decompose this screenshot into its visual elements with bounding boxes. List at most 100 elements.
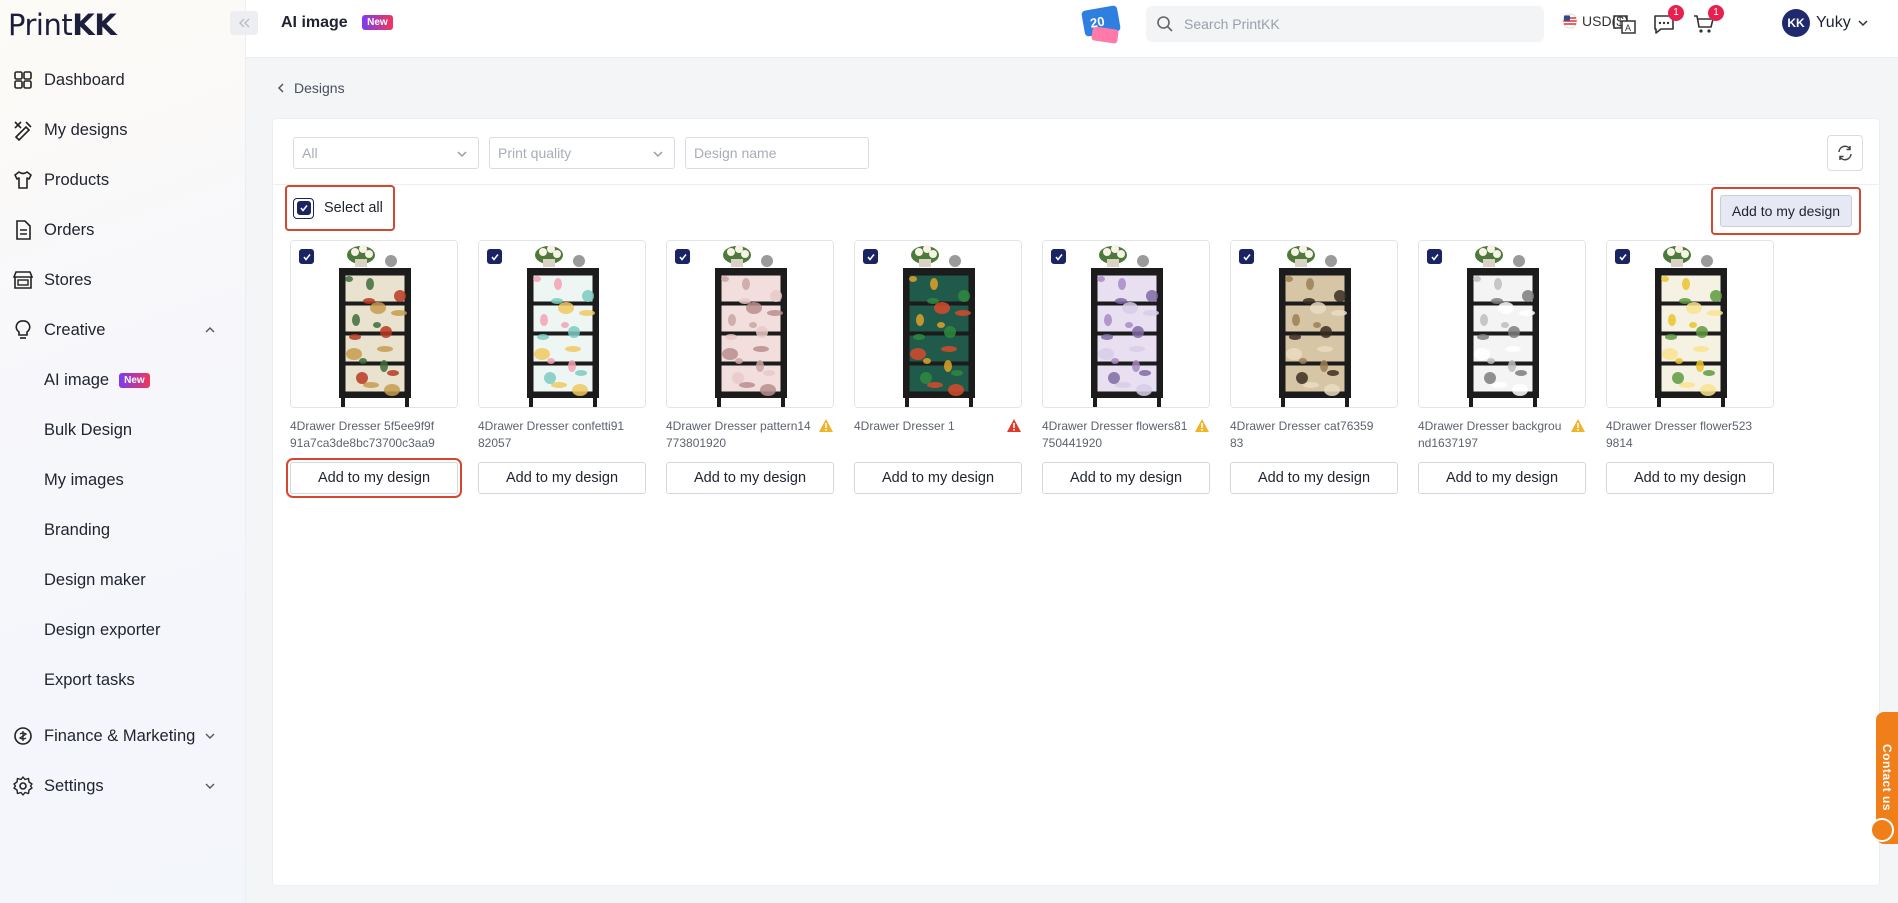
sidebar-subitem-design-exporter[interactable]: Design exporter (44, 615, 160, 645)
print-quality-select[interactable]: Print quality (489, 137, 675, 169)
sidebar-item-my-designs[interactable]: My designs (0, 112, 246, 148)
search-box[interactable] (1146, 6, 1544, 42)
sidebar-subitem-design-maker[interactable]: Design maker (44, 565, 146, 595)
sidebar-subitem-label: My images (44, 470, 124, 489)
add-to-my-design-button[interactable]: Add to my design (478, 462, 646, 494)
sidebar-subitem-export-tasks[interactable]: Export tasks (44, 665, 135, 695)
check-icon (490, 253, 499, 261)
add-to-my-design-button[interactable]: Add to my design (1606, 462, 1774, 494)
design-thumbnail[interactable] (1606, 240, 1774, 408)
design-card: 4Drawer Dresser flowers81750441920 Add t… (1042, 240, 1210, 494)
chevron-up-icon (205, 327, 215, 333)
checkbox-checked (296, 201, 311, 215)
category-select[interactable]: All (293, 137, 479, 169)
sidebar-subitem-label: Design exporter (44, 620, 161, 639)
sidebar-subitem-branding[interactable]: Branding (44, 515, 110, 545)
add-to-my-design-button[interactable]: Add to my design (1042, 462, 1210, 494)
checkbox[interactable] (293, 197, 314, 219)
add-to-my-design-button[interactable]: Add to my design (854, 462, 1022, 494)
sidebar-subitem-ai-image[interactable]: AI image New (44, 365, 150, 395)
breadcrumb[interactable]: Designs (276, 80, 345, 96)
promo-text: 20 (1089, 14, 1106, 31)
user-menu[interactable]: KK Yuky (1782, 9, 1869, 37)
design-thumbnail[interactable] (666, 240, 834, 408)
design-checkbox[interactable] (1615, 249, 1630, 264)
sidebar-item-label: Settings (44, 776, 104, 795)
filter-bar: All Print quality (273, 119, 1879, 185)
sidebar-item-stores[interactable]: Stores (0, 262, 246, 298)
add-to-my-design-button[interactable]: Add to my design (1230, 462, 1398, 494)
design-name-input[interactable] (685, 137, 869, 169)
top-bar: AI image New 20 USD($) A 1 1 KK Yuky (230, 0, 1898, 58)
sidebar-item-products[interactable]: Products (0, 162, 246, 198)
design-name-text: 4Drawer Dresser flower5239814 (1606, 419, 1753, 450)
printkk-logo[interactable]: PrintKK (8, 8, 117, 42)
cart-button[interactable]: 1 (1692, 5, 1724, 36)
tshirt-icon (14, 171, 32, 189)
select-all-checkbox[interactable]: Select all (285, 185, 395, 231)
lightbulb-icon (15, 320, 31, 339)
design-thumbnail[interactable] (290, 240, 458, 408)
sidebar-item-label: Dashboard (44, 70, 125, 89)
design-tools-icon (14, 121, 32, 141)
cart-count-badge: 1 (1708, 5, 1724, 21)
breadcrumb-label: Designs (294, 80, 345, 96)
translate-icon[interactable]: A (1612, 12, 1638, 36)
design-thumbnail[interactable] (1418, 240, 1586, 408)
sidebar-item-finance-marketing[interactable]: Finance & Marketing (0, 718, 246, 754)
check-icon (302, 253, 311, 261)
sidebar-item-label: Finance & Marketing (44, 726, 196, 745)
design-thumbnail[interactable] (1230, 240, 1398, 408)
sidebar-item-label: Stores (44, 270, 92, 289)
add-to-my-design-button[interactable]: Add to my design (666, 462, 834, 494)
design-name-text: 4Drawer Dresser confetti9182057 (478, 419, 625, 450)
design-checkbox[interactable] (1239, 249, 1254, 264)
design-checkbox[interactable] (675, 249, 690, 264)
search-input[interactable] (1184, 6, 1524, 42)
warning-icon (1571, 419, 1585, 432)
design-name-text: 4Drawer Dresser flowers81750441920 (1042, 419, 1188, 450)
design-checkbox[interactable] (1051, 249, 1066, 264)
sidebar-subitem-my-images[interactable]: My images (44, 465, 124, 495)
warning-icon (1007, 419, 1021, 432)
sidebar-item-settings[interactable]: Settings (0, 768, 246, 804)
add-to-my-design-button[interactable]: Add to my design (286, 458, 462, 498)
design-card: 4Drawer Dresser cat7635983 Add to my des… (1230, 240, 1398, 494)
design-checkbox[interactable] (1427, 249, 1442, 264)
warning-icon (1195, 419, 1209, 432)
store-icon (12, 271, 34, 289)
design-checkbox[interactable] (299, 249, 314, 264)
double-chevron-left-icon (239, 18, 250, 28)
dashboard-icon (14, 71, 32, 89)
design-thumbnail[interactable] (1042, 240, 1210, 408)
promo-coupon-icon: 20 (1081, 5, 1121, 44)
chevron-down-icon (205, 783, 215, 789)
chevron-down-icon (1858, 20, 1868, 27)
sidebar-item-orders[interactable]: Orders (0, 212, 246, 248)
design-card: 4Drawer Dresser 5f5ee9f9f91a7ca3de8bc737… (286, 240, 462, 498)
new-badge: New (362, 15, 393, 30)
promo-banner[interactable]: 20 (1080, 2, 1126, 46)
sidebar-subitem-bulk-design[interactable]: Bulk Design (44, 415, 132, 445)
add-to-my-design-button[interactable]: Add to my design (1418, 462, 1586, 494)
messages-button[interactable]: 1 (1652, 5, 1684, 36)
design-name: 4Drawer Dresser pattern14773801920 (666, 418, 834, 452)
designs-panel: All Print quality Select all Add to my d… (272, 118, 1880, 886)
design-name: 4Drawer Dresser confetti9182057 (478, 418, 646, 452)
sidebar-item-label: My designs (44, 120, 128, 139)
refresh-button[interactable] (1827, 135, 1863, 171)
design-thumbnail[interactable] (478, 240, 646, 408)
add-selected-to-my-design-button[interactable]: Add to my design (1720, 195, 1852, 227)
collapse-sidebar-button[interactable] (230, 11, 258, 35)
support-chat-icon[interactable] (1870, 818, 1894, 842)
design-checkbox[interactable] (487, 249, 502, 264)
check-icon (1054, 253, 1063, 261)
sidebar-subitem-label: Bulk Design (44, 420, 133, 439)
design-name-text: 4Drawer Dresser pattern14773801920 (666, 419, 811, 450)
design-checkbox[interactable] (863, 249, 878, 264)
sidebar-item-label: Creative (44, 320, 106, 339)
design-thumbnail[interactable] (854, 240, 1022, 408)
sidebar-item-creative[interactable]: Creative (0, 312, 246, 348)
us-flag-icon (1562, 13, 1578, 29)
sidebar-item-dashboard[interactable]: Dashboard (0, 62, 246, 98)
